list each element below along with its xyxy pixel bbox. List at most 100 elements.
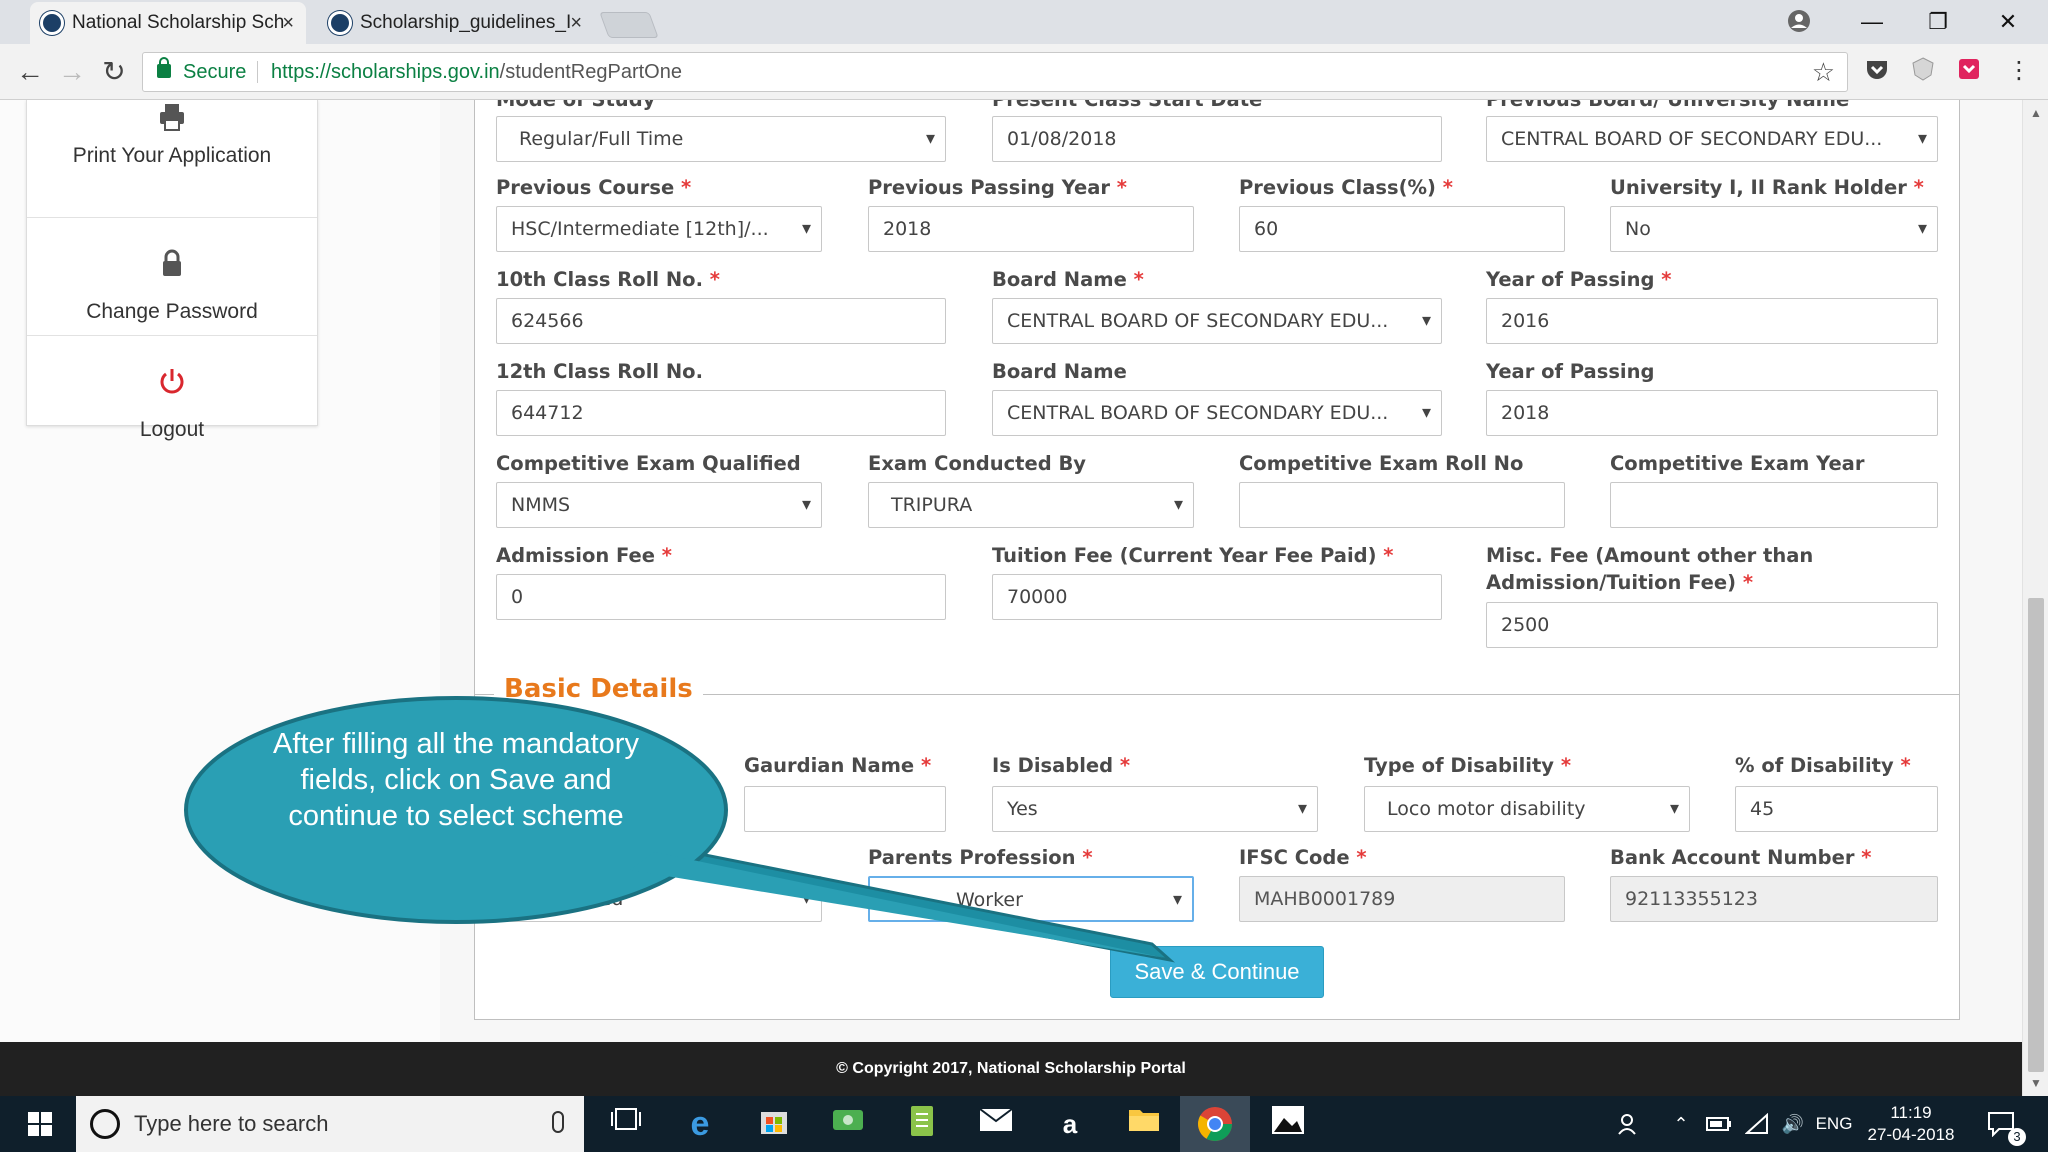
exam-by-select[interactable]: TRIPURA — [868, 482, 1194, 528]
shield-extension-icon[interactable] — [1908, 56, 1938, 86]
battery-icon[interactable] — [1704, 1096, 1734, 1152]
year10-input[interactable]: 2016 — [1486, 298, 1938, 344]
address-bar[interactable]: Secure https://scholarships.gov.in/stude… — [142, 52, 1848, 92]
previous-class-pct-label: Previous Class(%) * — [1239, 174, 1453, 201]
save-continue-button[interactable]: Save & Continue — [1110, 946, 1324, 998]
photos-icon[interactable] — [1268, 1104, 1308, 1144]
misc-fee-input[interactable]: 2500 — [1486, 602, 1938, 648]
forward-arrow-icon[interactable]: → — [52, 52, 92, 92]
taskbar-clock[interactable]: 11:19 27-04-2018 — [1856, 1102, 1966, 1146]
restore-button[interactable]: ❐ — [1918, 4, 1958, 40]
type-disability-select[interactable]: Loco motor disability — [1364, 786, 1690, 832]
pocket-extension-icon[interactable] — [1862, 56, 1892, 86]
mode-of-study-select[interactable]: Regular/Full Time — [496, 116, 946, 162]
parents-profession-select[interactable]: Worker — [868, 876, 1194, 922]
sidebar-item-print[interactable]: Print Your Application — [27, 100, 317, 218]
close-icon[interactable]: × — [282, 2, 294, 44]
guardian-name-input[interactable] — [744, 786, 946, 832]
required-marker: * — [709, 268, 720, 291]
people-icon[interactable] — [1614, 1096, 1644, 1152]
required-marker: * — [1900, 754, 1911, 777]
sidebar-item-change-password[interactable]: Change Password — [27, 218, 317, 336]
roll12-input[interactable]: 644712 — [496, 390, 946, 436]
label-text: Parents Profession — [868, 846, 1076, 869]
label-text: % of Disability — [1735, 754, 1894, 777]
edge-browser-icon[interactable]: e — [680, 1104, 720, 1144]
previous-class-pct-input[interactable]: 60 — [1239, 206, 1565, 252]
label-text: Admission Fee — [496, 544, 655, 567]
close-icon[interactable]: × — [570, 2, 582, 44]
chrome-icon[interactable] — [1180, 1096, 1250, 1152]
windows-logo-icon — [41, 1125, 52, 1136]
scrollbar-thumb[interactable] — [2028, 598, 2044, 1072]
microphone-icon[interactable] — [552, 1111, 564, 1133]
required-marker: * — [1661, 268, 1672, 291]
roll10-input[interactable]: 624566 — [496, 298, 946, 344]
bank-account-input[interactable]: 92113355123 — [1610, 876, 1938, 922]
label-text: Year of Passing — [1486, 268, 1655, 291]
taskbar-search-input[interactable]: Type here to search — [76, 1096, 584, 1152]
volume-icon[interactable]: 🔊 — [1778, 1096, 1808, 1152]
url-host: https://scholarships.gov.in — [271, 61, 500, 83]
scroll-up-arrow-icon[interactable]: ▲ — [2023, 102, 2048, 124]
required-marker: * — [1356, 846, 1367, 869]
bookmark-star-icon[interactable]: ☆ — [1812, 53, 1835, 91]
rank-holder-select[interactable]: No — [1610, 206, 1938, 252]
required-marker: * — [1442, 176, 1453, 199]
mail-icon[interactable] — [976, 1104, 1016, 1144]
previous-passing-year-input[interactable]: 2018 — [868, 206, 1194, 252]
basic-details-legend: Basic Details — [494, 674, 703, 704]
notes-app-icon[interactable] — [902, 1104, 942, 1144]
chevron-up-icon[interactable]: ⌃ — [1668, 1096, 1694, 1152]
wifi-icon[interactable] — [1742, 1096, 1772, 1152]
ifsc-input[interactable]: MAHB0001789 — [1239, 876, 1565, 922]
board12-select[interactable]: CENTRAL BOARD OF SECONDARY EDU... — [992, 390, 1442, 436]
rank-holder-label: University I, II Rank Holder * — [1610, 174, 1924, 201]
reload-icon[interactable]: ↻ — [94, 52, 134, 92]
comp-exam-select[interactable]: NMMS — [496, 482, 822, 528]
is-disabled-select[interactable]: Yes — [992, 786, 1318, 832]
browser-toolbar: ← → ↻ Secure https://scholarships.gov.in… — [0, 44, 2048, 100]
back-arrow-icon[interactable]: ← — [10, 52, 50, 92]
board10-select[interactable]: CENTRAL BOARD OF SECONDARY EDU... — [992, 298, 1442, 344]
task-view-icon[interactable] — [606, 1104, 646, 1144]
callout-text: After filling all the mandatory fields, … — [273, 728, 639, 832]
windows-logo-icon — [41, 1112, 52, 1123]
vertical-scrollbar[interactable]: ▲ ▼ — [2022, 100, 2048, 1096]
new-tab-button[interactable] — [599, 12, 659, 38]
previous-passing-year-label: Previous Passing Year * — [868, 174, 1127, 201]
tab-strip: National Scholarship Sch × Scholarship_g… — [0, 0, 2048, 44]
tab-national-scholarship[interactable]: National Scholarship Sch × — [30, 2, 306, 44]
profile-icon[interactable] — [1786, 8, 1812, 34]
save-extension-icon[interactable] — [1954, 56, 1984, 86]
year12-input[interactable]: 2018 — [1486, 390, 1938, 436]
comp-year-input[interactable] — [1610, 482, 1938, 528]
marital-status-select[interactable]: Un Married — [496, 876, 822, 922]
sidebar-item-logout[interactable]: Logout — [27, 336, 317, 454]
menu-kebab-icon[interactable]: ⋮ — [2004, 56, 2034, 86]
label-text: University I, II Rank Holder — [1610, 176, 1907, 199]
file-explorer-icon[interactable] — [1124, 1104, 1164, 1144]
guardian-name-label: Gaurdian Name * — [744, 752, 931, 779]
start-button[interactable] — [0, 1096, 76, 1152]
present-class-start-input[interactable]: 01/08/2018 — [992, 116, 1442, 162]
store-icon[interactable] — [754, 1104, 794, 1144]
required-marker: * — [920, 754, 932, 777]
previous-course-select[interactable]: HSC/Intermediate [12th]/... — [496, 206, 822, 252]
language-indicator[interactable]: ENG — [1814, 1096, 1854, 1152]
comp-roll-input[interactable] — [1239, 482, 1565, 528]
amazon-icon[interactable]: a — [1050, 1104, 1090, 1144]
money-app-icon[interactable] — [828, 1104, 868, 1144]
scroll-down-arrow-icon[interactable]: ▼ — [2023, 1072, 2048, 1094]
previous-board-select[interactable]: CENTRAL BOARD OF SECONDARY EDU... — [1486, 116, 1938, 162]
tab-title: National Scholarship Sch — [72, 12, 285, 33]
misc-fee-label: Misc. Fee (Amount other than Admission/T… — [1486, 542, 1938, 596]
minimize-button[interactable]: — — [1852, 4, 1892, 40]
admission-fee-input[interactable]: 0 — [496, 574, 946, 620]
cortana-icon — [90, 1109, 120, 1139]
required-marker: * — [1861, 846, 1872, 869]
pct-disability-input[interactable]: 45 — [1735, 786, 1938, 832]
tab-scholarship-guidelines[interactable]: Scholarship_guidelines_I × — [318, 2, 594, 44]
close-window-button[interactable]: ✕ — [1988, 4, 2028, 40]
tuition-fee-input[interactable]: 70000 — [992, 574, 1442, 620]
